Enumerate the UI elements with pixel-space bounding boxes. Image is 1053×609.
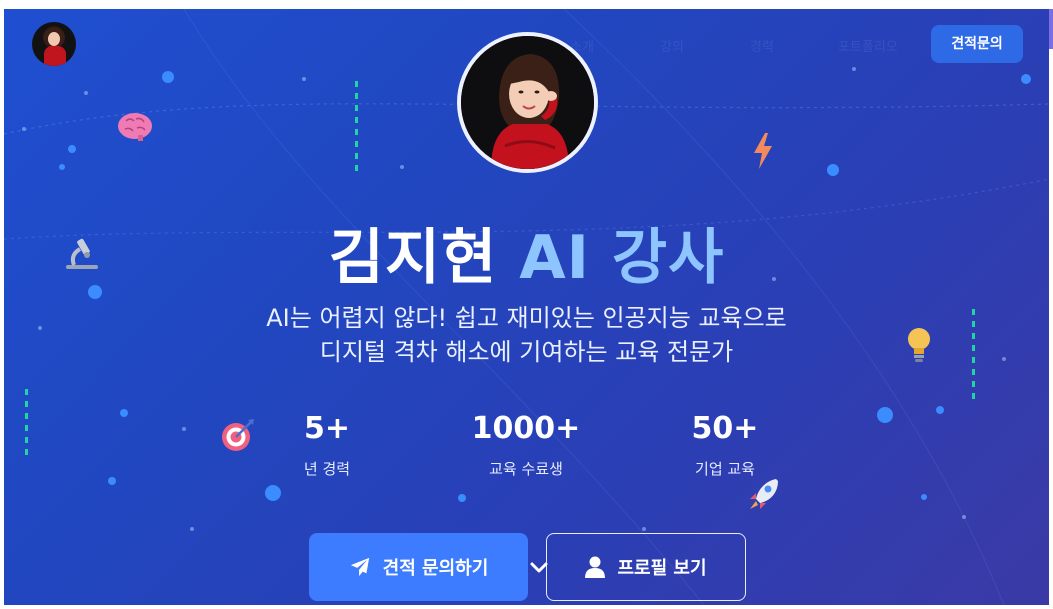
stat-value: 1000+ (471, 411, 581, 446)
hero-title-name: 김지현 (328, 223, 498, 293)
brain-icon (118, 113, 152, 141)
stat-label: 기업 교육 (695, 460, 755, 478)
quote-inquiry-button[interactable]: 견적 문의하기 (309, 533, 528, 601)
user-icon (585, 556, 606, 578)
stat-graduates: 1000+ 교육 수료생 (426, 411, 626, 479)
profile-photo (457, 32, 598, 173)
hero-subtitle-line2: 디지털 격차 해소에 기여하는 교육 전문가 (319, 338, 734, 366)
nav-link-portfolio[interactable]: 포트폴리오 (838, 36, 898, 55)
window-edge (1049, 9, 1053, 49)
hero-title-accent: AI 강사 (519, 223, 725, 293)
logo-avatar[interactable] (32, 22, 76, 66)
stat-label: 교육 수료생 (489, 460, 563, 478)
hero-section: 홈 소개 강의 경력 포트폴리오 견적문의 김지현 AI 강사 AI는 어렵지 … (4, 9, 1049, 605)
hero-subtitle: AI는 어렵지 않다! 쉽고 재미있는 인공지능 교육으로 디지털 격차 해소에… (4, 301, 1049, 369)
hero-subtitle-line1: AI는 어렵지 않다! 쉽고 재미있는 인공지능 교육으로 (266, 304, 787, 332)
hero-title: 김지현 AI 강사 (4, 209, 1049, 296)
stat-value: 5+ (303, 411, 350, 446)
rocket-icon (750, 479, 778, 509)
stat-label: 년 경력 (303, 460, 351, 478)
nav-link-career[interactable]: 경력 (750, 36, 774, 55)
lightning-icon (754, 133, 772, 169)
view-profile-button[interactable]: 프로필 보기 (546, 533, 746, 601)
view-profile-label: 프로필 보기 (617, 558, 707, 579)
nav-link-courses[interactable]: 강의 (660, 36, 684, 55)
stat-corporate: 50+ 기업 교육 (625, 411, 825, 479)
stat-value: 50+ (691, 411, 759, 446)
quote-inquiry-label: 견적 문의하기 (382, 558, 489, 579)
stat-experience: 5+ 년 경력 (227, 411, 427, 479)
quote-button[interactable]: 견적문의 (931, 25, 1023, 63)
paper-plane-icon (350, 557, 369, 577)
